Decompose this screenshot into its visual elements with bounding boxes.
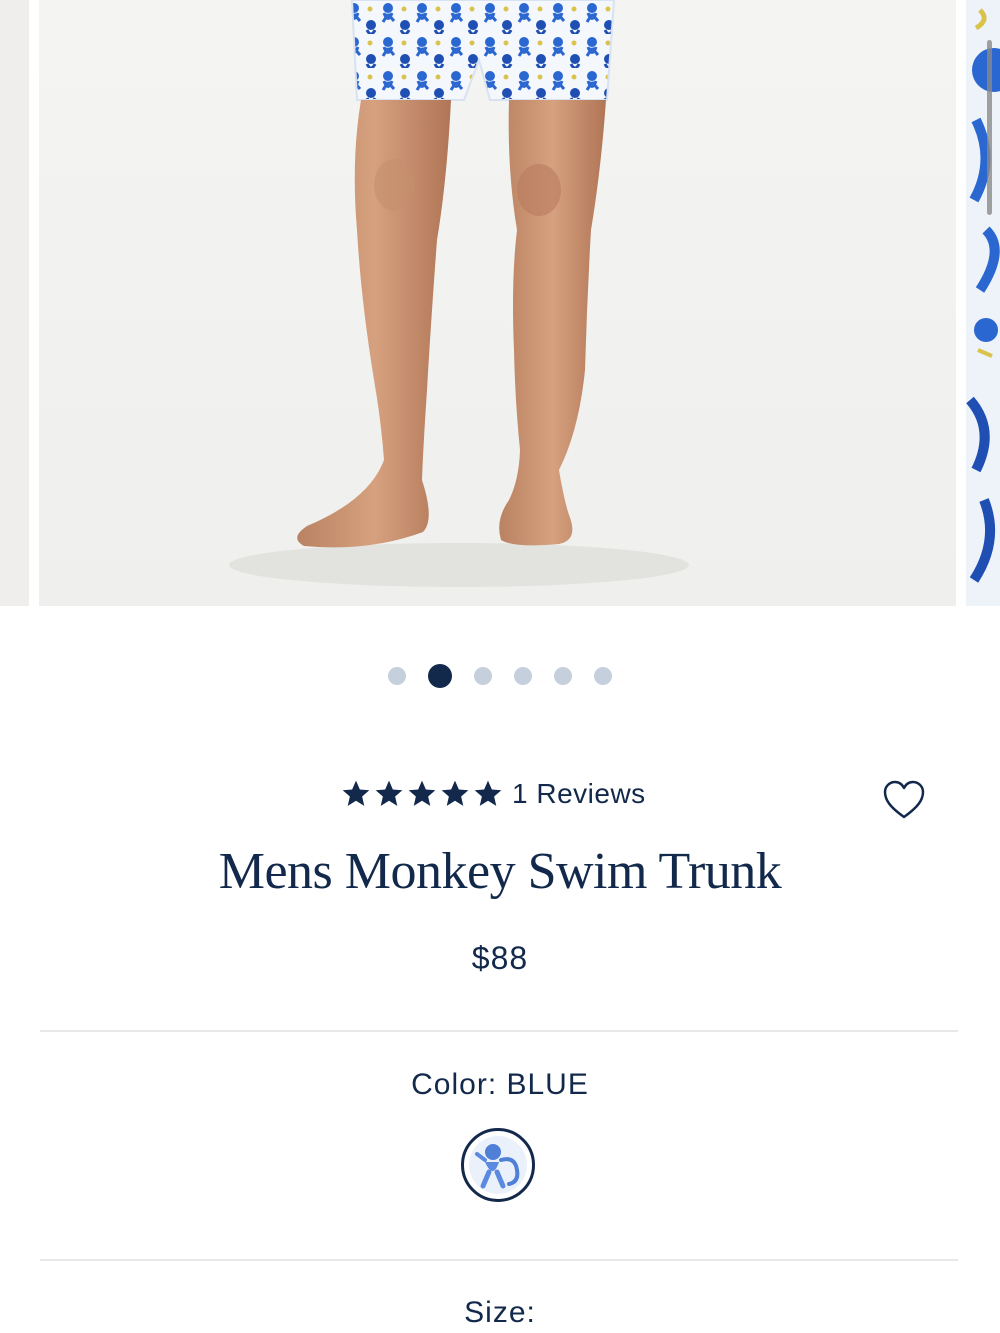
carousel-dot-1[interactable] [388,667,406,685]
monkey-icon [475,1144,520,1189]
monkey-pattern-swatch [469,1136,527,1194]
monkey-print-closeup [966,0,1000,606]
star-icon [441,780,469,806]
divider [40,1259,958,1261]
product-image-main[interactable] [39,0,956,606]
product-image-carousel[interactable] [0,0,1000,608]
product-price: $88 [471,940,529,976]
carousel-pagination [0,664,1000,688]
carousel-dot-2-active[interactable] [428,664,452,688]
product-title: Mens Monkey Swim Trunk [218,843,782,900]
model-legs-photo [229,0,689,587]
carousel-dot-5[interactable] [554,667,572,685]
product-rating[interactable]: 1 Reviews [340,778,646,810]
carousel-dot-3[interactable] [474,667,492,685]
star-icon [342,780,370,806]
star-icon [474,780,502,806]
divider [40,1030,958,1032]
scrollbar-thumb[interactable] [987,40,992,215]
reviews-link[interactable]: 1 Reviews [512,778,646,810]
heart-outline-icon[interactable] [880,776,928,824]
rating-stars [340,778,504,810]
star-icon [375,780,403,806]
size-label: Size: [464,1296,536,1329]
color-selected-label: Color: BLUE [411,1068,589,1101]
carousel-dot-6[interactable] [594,667,612,685]
carousel-dot-4[interactable] [514,667,532,685]
next-image-peek[interactable] [966,0,1000,606]
color-swatch-blue[interactable] [461,1128,535,1202]
previous-image-peek[interactable] [0,0,29,606]
star-icon [408,780,436,806]
